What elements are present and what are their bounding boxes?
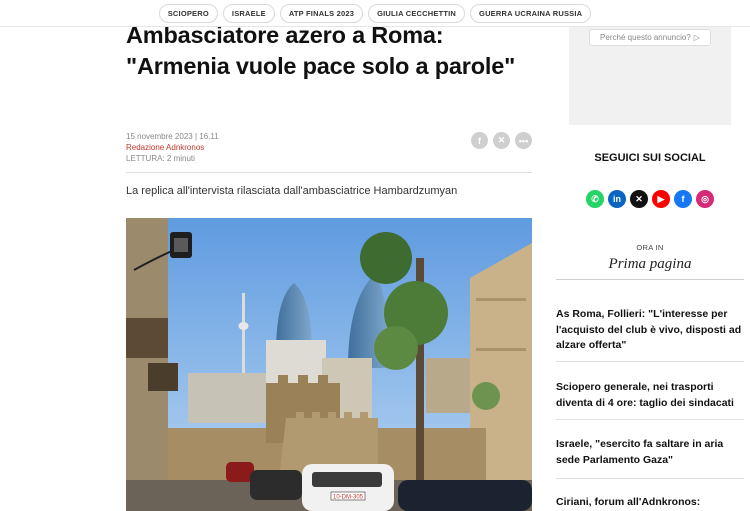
whatsapp-icon[interactable]: ✆ <box>586 190 604 208</box>
news-item-1[interactable]: As Roma, Follieri: "L'interesse per l'ac… <box>556 307 744 354</box>
youtube-icon[interactable]: ▶ <box>652 190 670 208</box>
article-lead: La replica all'intervista rilasciata dal… <box>126 185 458 197</box>
news-divider <box>556 478 744 479</box>
ora-in-label: ORA IN <box>636 243 664 252</box>
article-photo: 10-DM-305 <box>126 218 532 511</box>
news-item-3[interactable]: Israele, "esercito fa saltare in aria se… <box>556 437 744 468</box>
prima-pagina-title[interactable]: Prima pagina <box>556 256 744 273</box>
why-this-ad-label: Perché questo annuncio? <box>600 33 691 42</box>
news-divider <box>556 419 744 420</box>
share-buttons: f ✕ ••• <box>471 132 532 149</box>
news-item-4[interactable]: Ciriani, forum all'Adnkronos: <box>556 495 744 511</box>
tag-sciopero[interactable]: SCIOPERO <box>158 3 218 23</box>
news-divider <box>556 361 744 362</box>
reading-time: LETTURA: 2 minuti <box>126 154 195 163</box>
tag-guerra-ucraina-russia[interactable]: GUERRA UCRAINA RUSSIA <box>470 3 592 23</box>
license-plate: 10-DM-305 <box>333 495 364 501</box>
article: Ambasciatore azero a Roma: "Armenia vuol… <box>126 20 532 197</box>
tag-atp-finals[interactable]: ATP FINALS 2023 <box>279 3 364 23</box>
article-title: Ambasciatore azero a Roma: "Armenia vuol… <box>126 22 516 79</box>
x-icon[interactable]: ✕ <box>493 132 510 149</box>
article-meta: 15 novembre 2023 | 16.11 Redazione Adnkr… <box>126 131 532 173</box>
social-title: SEGUICI SUI SOCIAL <box>594 152 706 164</box>
news-item-2[interactable]: Sciopero generale, nei trasporti diventa… <box>556 380 744 411</box>
why-this-ad-link[interactable]: Perché questo annuncio? ▷ <box>589 29 711 46</box>
x-icon[interactable]: ✕ <box>630 190 648 208</box>
prima-divider <box>556 279 744 280</box>
ad-choices-icon: ▷ <box>693 33 700 42</box>
social-icons: ✆ in ✕ ▶ f ◎ <box>569 190 731 208</box>
tag-giulia-cecchettin[interactable]: GIULIA CECCHETTIN <box>368 3 466 23</box>
facebook-icon[interactable]: f <box>674 190 692 208</box>
meta-divider <box>126 172 532 173</box>
tag-israele[interactable]: ISRAELE <box>222 3 275 23</box>
more-icon[interactable]: ••• <box>515 132 532 149</box>
topic-tag-bar: SCIOPERO ISRAELE ATP FINALS 2023 GIULIA … <box>0 0 750 27</box>
facebook-icon[interactable]: f <box>471 132 488 149</box>
instagram-icon[interactable]: ◎ <box>696 190 714 208</box>
linkedin-icon[interactable]: in <box>608 190 626 208</box>
ad-box: Perché questo annuncio? ▷ <box>569 20 731 125</box>
